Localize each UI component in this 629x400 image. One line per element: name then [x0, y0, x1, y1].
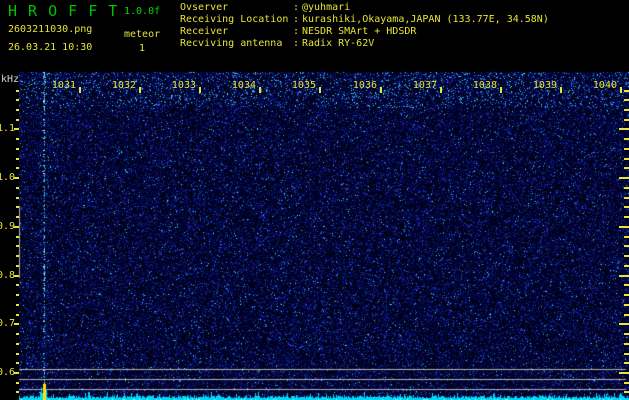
freq-minor-tick-right	[624, 382, 629, 384]
time-tick	[79, 87, 81, 93]
time-tick-label: 1036	[353, 80, 377, 92]
freq-minor-tick-left	[16, 119, 19, 121]
freq-minor-tick-left	[16, 216, 19, 218]
time-tick	[259, 87, 261, 93]
time-tick	[560, 87, 562, 93]
freq-minor-tick-right	[624, 294, 629, 296]
freq-minor-tick-left	[16, 333, 19, 335]
freq-minor-tick-left	[16, 255, 19, 257]
freq-tick-label: 1.0	[0, 172, 15, 184]
freq-major-tick-left	[14, 128, 19, 130]
freq-minor-tick-right	[624, 167, 629, 169]
time-tick	[319, 87, 321, 93]
freq-minor-tick-right	[624, 187, 629, 189]
freq-minor-tick-left	[16, 362, 19, 364]
freq-major-tick-right	[619, 275, 629, 277]
freq-tick-label: 0.6	[0, 367, 15, 379]
freq-minor-tick-right	[624, 236, 629, 238]
freq-minor-tick-right	[624, 138, 629, 140]
time-tick	[139, 87, 141, 93]
axes-layer: 1.1 1.0 0.9 0.8 0.7 0.6 1031 1032 1033 1034 1035 10…	[0, 0, 629, 400]
freq-minor-tick-left	[16, 304, 19, 306]
time-tick	[440, 87, 442, 93]
time-tick-label: 1031	[52, 80, 76, 92]
time-tick	[199, 87, 201, 93]
freq-minor-tick-left	[16, 391, 19, 393]
time-tick-label: 1037	[413, 80, 437, 92]
time-tick-label: 1035	[292, 80, 316, 92]
freq-minor-tick-left	[16, 245, 19, 247]
freq-minor-tick-right	[624, 265, 629, 267]
freq-minor-tick-left	[16, 206, 19, 208]
time-tick-label: 1038	[473, 80, 497, 92]
freq-major-tick-right	[619, 177, 629, 179]
freq-minor-tick-right	[624, 99, 629, 101]
freq-minor-tick-right	[624, 90, 629, 92]
freq-minor-tick-right	[624, 353, 629, 355]
freq-major-tick-left	[14, 323, 19, 325]
freq-minor-tick-right	[624, 304, 629, 306]
freq-minor-tick-right	[624, 255, 629, 257]
freq-minor-tick-left	[16, 99, 19, 101]
freq-major-tick-right	[619, 226, 629, 228]
freq-major-tick-left	[14, 275, 19, 277]
time-tick	[500, 87, 502, 93]
freq-minor-tick-left	[16, 138, 19, 140]
freq-minor-tick-right	[624, 119, 629, 121]
time-tick	[620, 87, 622, 93]
freq-major-tick-left	[14, 177, 19, 179]
time-tick-label: 1032	[112, 80, 136, 92]
freq-minor-tick-right	[624, 109, 629, 111]
freq-minor-tick-right	[624, 216, 629, 218]
freq-minor-tick-right	[624, 284, 629, 286]
freq-tick-label: 1.1	[0, 123, 15, 135]
time-tick-label: 1040	[593, 80, 617, 92]
freq-minor-tick-left	[16, 314, 19, 316]
freq-minor-tick-right	[624, 362, 629, 364]
freq-minor-tick-right	[624, 245, 629, 247]
time-tick-label: 1039	[533, 80, 557, 92]
freq-major-tick-right	[619, 323, 629, 325]
freq-minor-tick-right	[624, 314, 629, 316]
freq-minor-tick-left	[16, 109, 19, 111]
freq-major-tick-right	[619, 372, 629, 374]
freq-minor-tick-right	[624, 391, 629, 393]
freq-minor-tick-left	[16, 187, 19, 189]
freq-tick-label: 0.8	[0, 270, 15, 282]
freq-minor-tick-left	[16, 343, 19, 345]
hrofft-window: H R O F F T 1.0.0f 2603211030.png meteor…	[0, 0, 629, 400]
time-tick-label: 1033	[172, 80, 196, 92]
freq-minor-tick-left	[16, 294, 19, 296]
freq-minor-tick-left	[16, 90, 19, 92]
freq-minor-tick-left	[16, 167, 19, 169]
freq-minor-tick-left	[16, 382, 19, 384]
freq-minor-tick-left	[16, 284, 19, 286]
freq-minor-tick-right	[624, 206, 629, 208]
freq-minor-tick-right	[624, 197, 629, 199]
freq-minor-tick-left	[16, 353, 19, 355]
freq-minor-tick-left	[16, 265, 19, 267]
freq-minor-tick-left	[16, 148, 19, 150]
freq-minor-tick-right	[624, 343, 629, 345]
freq-tick-label: 0.7	[0, 318, 15, 330]
freq-minor-tick-left	[16, 236, 19, 238]
freq-minor-tick-right	[624, 148, 629, 150]
time-tick-label: 1034	[232, 80, 256, 92]
freq-major-tick-right	[619, 128, 629, 130]
freq-major-tick-left	[14, 372, 19, 374]
freq-tick-label: 0.9	[0, 221, 15, 233]
time-tick	[380, 87, 382, 93]
freq-minor-tick-right	[624, 333, 629, 335]
freq-minor-tick-left	[16, 158, 19, 160]
freq-minor-tick-right	[624, 158, 629, 160]
freq-minor-tick-left	[16, 197, 19, 199]
freq-major-tick-left	[14, 226, 19, 228]
